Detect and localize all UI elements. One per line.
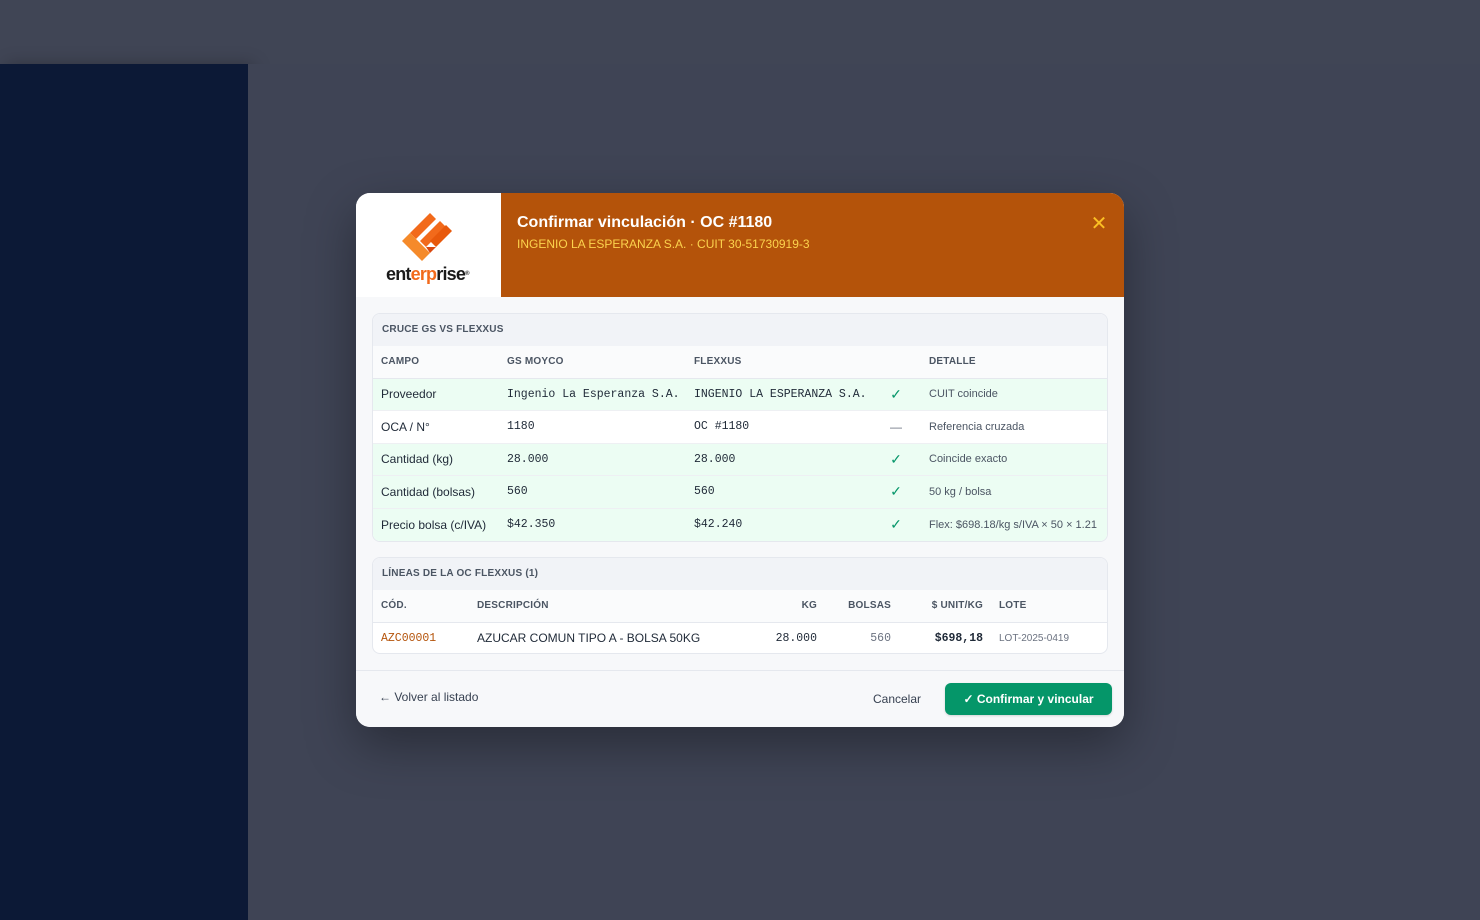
table-row: Precio bolsa (c/IVA) $42.350 $42.240 ✓ F… bbox=[373, 508, 1107, 541]
modal-title-bar: Confirmar vinculación · OC #1180 INGENIO… bbox=[501, 193, 1124, 297]
product-kg: 28.000 bbox=[775, 631, 817, 645]
col-header-detalle: DETALLE bbox=[921, 346, 1107, 379]
row-gs-value: 1180 bbox=[499, 410, 686, 444]
close-icon[interactable]: ✕ bbox=[1090, 213, 1108, 235]
row-detalle: Flex: $698.18/kg s/IVA × 50 × 1.21 bbox=[921, 508, 1107, 541]
row-gs-value: $42.350 bbox=[499, 508, 686, 541]
row-campo: Precio bolsa (c/IVA) bbox=[373, 508, 499, 541]
modal-header: enterprise® Confirmar vinculación · OC #… bbox=[356, 193, 1124, 297]
table-row: OCA / N° 1180 OC #1180 — Referencia cruz… bbox=[373, 410, 1107, 444]
cruce-section: CRUCE GS VS FLEXXUS CAMPO GS MOYCO FLEXX… bbox=[372, 313, 1108, 542]
product-unit-price: $698,18 bbox=[934, 631, 983, 645]
cruce-header-row: CAMPO GS MOYCO FLEXXUS DETALLE bbox=[373, 346, 1107, 379]
row-campo: Proveedor bbox=[373, 378, 499, 411]
table-row: Cantidad (bolsas) 560 560 ✓ 50 kg / bols… bbox=[373, 475, 1107, 509]
app-sidebar bbox=[0, 64, 248, 920]
product-lote: LOT-2025-0419 bbox=[999, 632, 1070, 644]
row-campo: OCA / N° bbox=[373, 410, 499, 444]
confirm-and-link-button[interactable]: ✓ Confirmar y vincular bbox=[945, 683, 1112, 715]
lineas-section-title: LÍNEAS DE LA OC FLEXXUS (1) bbox=[373, 558, 1107, 590]
cruce-section-title: CRUCE GS VS FLEXXUS bbox=[373, 314, 1107, 346]
row-campo: Cantidad (bolsas) bbox=[373, 475, 499, 509]
table-row: AZC00001 AZUCAR COMUN TIPO A - BOLSA 50K… bbox=[373, 622, 1107, 653]
cruce-table: CAMPO GS MOYCO FLEXXUS DETALLE Proveedor… bbox=[373, 346, 1107, 541]
check-icon: ✓ bbox=[871, 508, 921, 541]
row-campo: Cantidad (kg) bbox=[373, 443, 499, 476]
col-header-unit: $ UNIT/KG bbox=[899, 590, 991, 623]
table-row: Cantidad (kg) 28.000 28.000 ✓ Coincide e… bbox=[373, 443, 1107, 476]
row-flexxus-value: INGENIO LA ESPERANZA S.A. bbox=[686, 378, 871, 411]
row-gs-value: Ingenio La Esperanza S.A. bbox=[499, 378, 686, 411]
col-header-flexxus: FLEXXUS bbox=[686, 346, 871, 379]
lineas-section: LÍNEAS DE LA OC FLEXXUS (1) CÓD. DESCRIP… bbox=[372, 557, 1108, 654]
check-icon: ✓ bbox=[871, 443, 921, 476]
back-to-list-link[interactable]: ← Volver al listado bbox=[379, 690, 478, 704]
flexxus-logo-icon bbox=[402, 213, 452, 261]
product-description: AZUCAR COMUN TIPO A - BOLSA 50KG bbox=[477, 631, 701, 646]
app-topbar bbox=[0, 0, 1480, 64]
row-flexxus-value: 28.000 bbox=[686, 443, 871, 476]
product-bolsas: 560 bbox=[870, 631, 891, 645]
logo-wordmark: enterprise® bbox=[386, 264, 469, 284]
col-header-cod: CÓD. bbox=[373, 590, 469, 623]
col-header-kg: KG bbox=[765, 590, 825, 623]
row-flexxus-value: $42.240 bbox=[686, 508, 871, 541]
modal-subtitle: INGENIO LA ESPERANZA S.A. · CUIT 30-5173… bbox=[517, 237, 810, 251]
lineas-table: CÓD. DESCRIPCIÓN KG BOLSAS $ UNIT/KG LOT… bbox=[373, 590, 1107, 653]
confirm-link-modal: enterprise® Confirmar vinculación · OC #… bbox=[356, 193, 1124, 727]
row-detalle: Referencia cruzada bbox=[921, 410, 1107, 444]
col-header-bolsas: BOLSAS bbox=[825, 590, 899, 623]
col-header-status bbox=[871, 346, 921, 379]
lineas-header-row: CÓD. DESCRIPCIÓN KG BOLSAS $ UNIT/KG LOT… bbox=[373, 590, 1107, 623]
row-gs-value: 28.000 bbox=[499, 443, 686, 476]
check-icon: ✓ bbox=[871, 475, 921, 509]
col-header-lote: LOTE bbox=[991, 590, 1107, 623]
flexxus-enterprise-logo: enterprise® bbox=[356, 193, 501, 297]
modal-title: Confirmar vinculación · OC #1180 bbox=[517, 214, 773, 231]
col-header-campo: CAMPO bbox=[373, 346, 499, 379]
col-header-descripcion: DESCRIPCIÓN bbox=[469, 590, 765, 623]
row-detalle: 50 kg / bolsa bbox=[921, 475, 1107, 509]
check-icon: ✓ bbox=[871, 378, 921, 411]
row-gs-value: 560 bbox=[499, 475, 686, 509]
table-row: Proveedor Ingenio La Esperanza S.A. INGE… bbox=[373, 378, 1107, 411]
row-detalle: CUIT coincide bbox=[921, 378, 1107, 411]
cancel-button[interactable]: Cancelar bbox=[862, 683, 932, 715]
row-flexxus-value: 560 bbox=[686, 475, 871, 509]
dash-icon: — bbox=[871, 410, 921, 444]
col-header-gs-moyco: GS MOYCO bbox=[499, 346, 686, 379]
modal-footer: ← Volver al listado Cancelar ✓ Confirmar… bbox=[356, 670, 1124, 727]
product-code: AZC00001 bbox=[381, 631, 437, 645]
row-flexxus-value: OC #1180 bbox=[686, 410, 871, 444]
row-detalle: Coincide exacto bbox=[921, 443, 1107, 476]
